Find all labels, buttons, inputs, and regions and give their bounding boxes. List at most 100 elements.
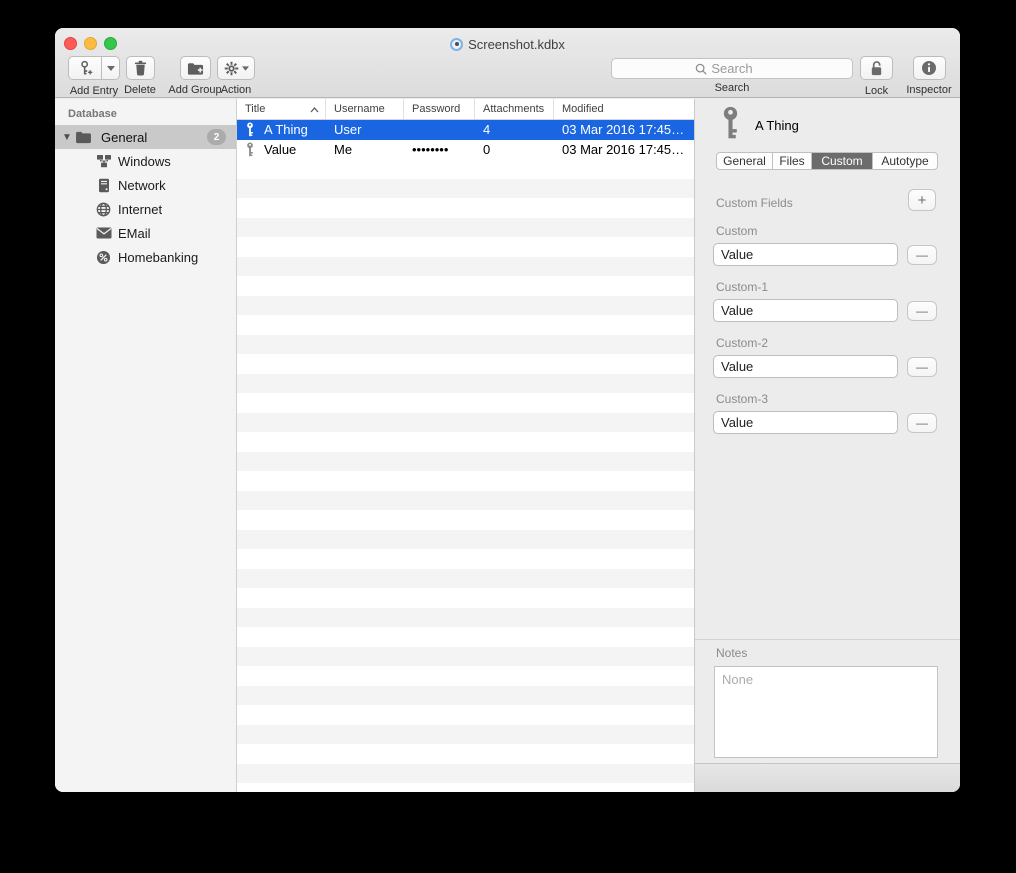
empty-table-row [237,764,694,784]
empty-table-row [237,588,694,608]
entry-count-badge: 2 [207,129,226,145]
empty-table-row [237,491,694,511]
globe-icon [95,201,112,218]
sidebar-item-homebanking[interactable]: Homebanking [55,245,236,269]
custom-field-input[interactable] [713,411,898,434]
window-title: Screenshot.kdbx [468,37,565,52]
folder-plus-icon [187,61,204,76]
sidebar-item-label: EMail [118,226,151,241]
sidebar-item-internet[interactable]: Internet [55,197,236,221]
tab-general[interactable]: General [717,153,773,169]
document-proxy-icon [450,38,463,51]
unlock-icon [869,60,884,77]
toolbar: Screenshot.kdbx Add Entry [55,28,960,98]
sidebar-item-general[interactable]: ▼ General 2 [55,125,236,149]
empty-table-row [237,510,694,530]
titlebar: Screenshot.kdbx [55,35,960,53]
custom-field-input[interactable] [713,299,898,322]
empty-table-row [237,315,694,335]
search-icon [695,62,707,80]
field-label: Custom [716,224,757,238]
empty-table-row [237,393,694,413]
windows-network-icon [95,153,112,170]
sidebar-item-label: Windows [118,154,171,169]
percent-icon [95,249,112,266]
column-header-modified[interactable]: Modified [554,99,694,119]
tab-autotype[interactable]: Autotype [873,153,937,169]
server-icon [95,177,112,194]
key-plus-icon [77,60,94,77]
empty-table-row [237,744,694,764]
search-item: Search [611,58,853,94]
add-entry-dropdown-button[interactable] [102,56,120,80]
envelope-icon [95,225,112,242]
custom-field-input[interactable] [713,243,898,266]
remove-field-button[interactable]: — [907,413,937,433]
add-custom-field-button[interactable]: + [908,189,936,211]
empty-table-row [237,627,694,647]
empty-table-row [237,725,694,745]
notes-textarea[interactable] [714,666,938,758]
tab-files[interactable]: Files [773,153,812,169]
app-window: Screenshot.kdbx Add Entry [55,28,960,792]
disclosure-triangle-icon[interactable]: ▼ [62,132,72,143]
folder-icon [75,129,92,146]
empty-table-row [237,549,694,569]
empty-table-row [237,413,694,433]
toolbar-items: Add Entry Delete Add Group [55,56,960,96]
delete-label: Delete [121,84,159,96]
delete-button[interactable] [126,56,155,80]
lock-label: Lock [860,85,893,97]
add-entry-button[interactable] [68,56,102,80]
inspector-tabs: General Files Custom Autotype [716,152,938,170]
sidebar-item-label: General [101,130,147,145]
gear-icon [224,61,239,76]
trash-icon [133,60,148,76]
search-input[interactable] [611,58,853,79]
remove-field-button[interactable]: — [907,357,937,377]
table-row[interactable]: Value Me •••••••• 0 03 Mar 2016 17:45… [237,140,694,160]
sidebar-item-label: Network [118,178,166,193]
empty-table-row [237,647,694,667]
lock-button[interactable] [860,56,893,80]
column-header-title[interactable]: Title [237,99,326,119]
tab-custom[interactable]: Custom [812,153,873,169]
empty-table-row [237,159,694,179]
chevron-down-icon [242,66,249,71]
inspector-button[interactable] [913,56,946,80]
remove-field-button[interactable]: — [907,245,937,265]
sidebar-section-header: Database [68,108,117,120]
sidebar-item-label: Homebanking [118,250,198,265]
add-entry-label: Add Entry [65,85,123,97]
custom-fields-header: Custom Fields [716,196,793,210]
table-row[interactable]: A Thing User 4 03 Mar 2016 17:45… [237,120,694,140]
field-label: Custom-1 [716,280,768,294]
column-header-password[interactable]: Password [404,99,475,119]
empty-table-row [237,530,694,550]
empty-table-row [237,705,694,725]
empty-table-row [237,374,694,394]
empty-table-row [237,296,694,316]
empty-table-row [237,569,694,589]
entry-key-icon [718,106,743,145]
empty-table-row [237,198,694,218]
sidebar-item-windows[interactable]: Windows [55,149,236,173]
action-label: Action [215,84,257,96]
sort-ascending-icon [310,104,319,116]
empty-table-row [237,276,694,296]
sidebar-item-email[interactable]: EMail [55,221,236,245]
column-header-attachments[interactable]: Attachments [475,99,554,119]
table-header: Title Username Password Attachments Modi… [237,99,694,120]
remove-field-button[interactable]: — [907,301,937,321]
custom-field-input[interactable] [713,355,898,378]
action-button[interactable] [217,56,255,80]
sidebar: Database ▼ General 2 Windows [55,99,237,792]
empty-rows [237,159,694,792]
empty-table-row [237,783,694,792]
column-header-username[interactable]: Username [326,99,404,119]
sidebar-item-network[interactable]: Network [55,173,236,197]
add-group-button[interactable] [180,56,211,80]
empty-table-row [237,218,694,238]
empty-table-row [237,608,694,628]
notes-separator [695,639,960,640]
